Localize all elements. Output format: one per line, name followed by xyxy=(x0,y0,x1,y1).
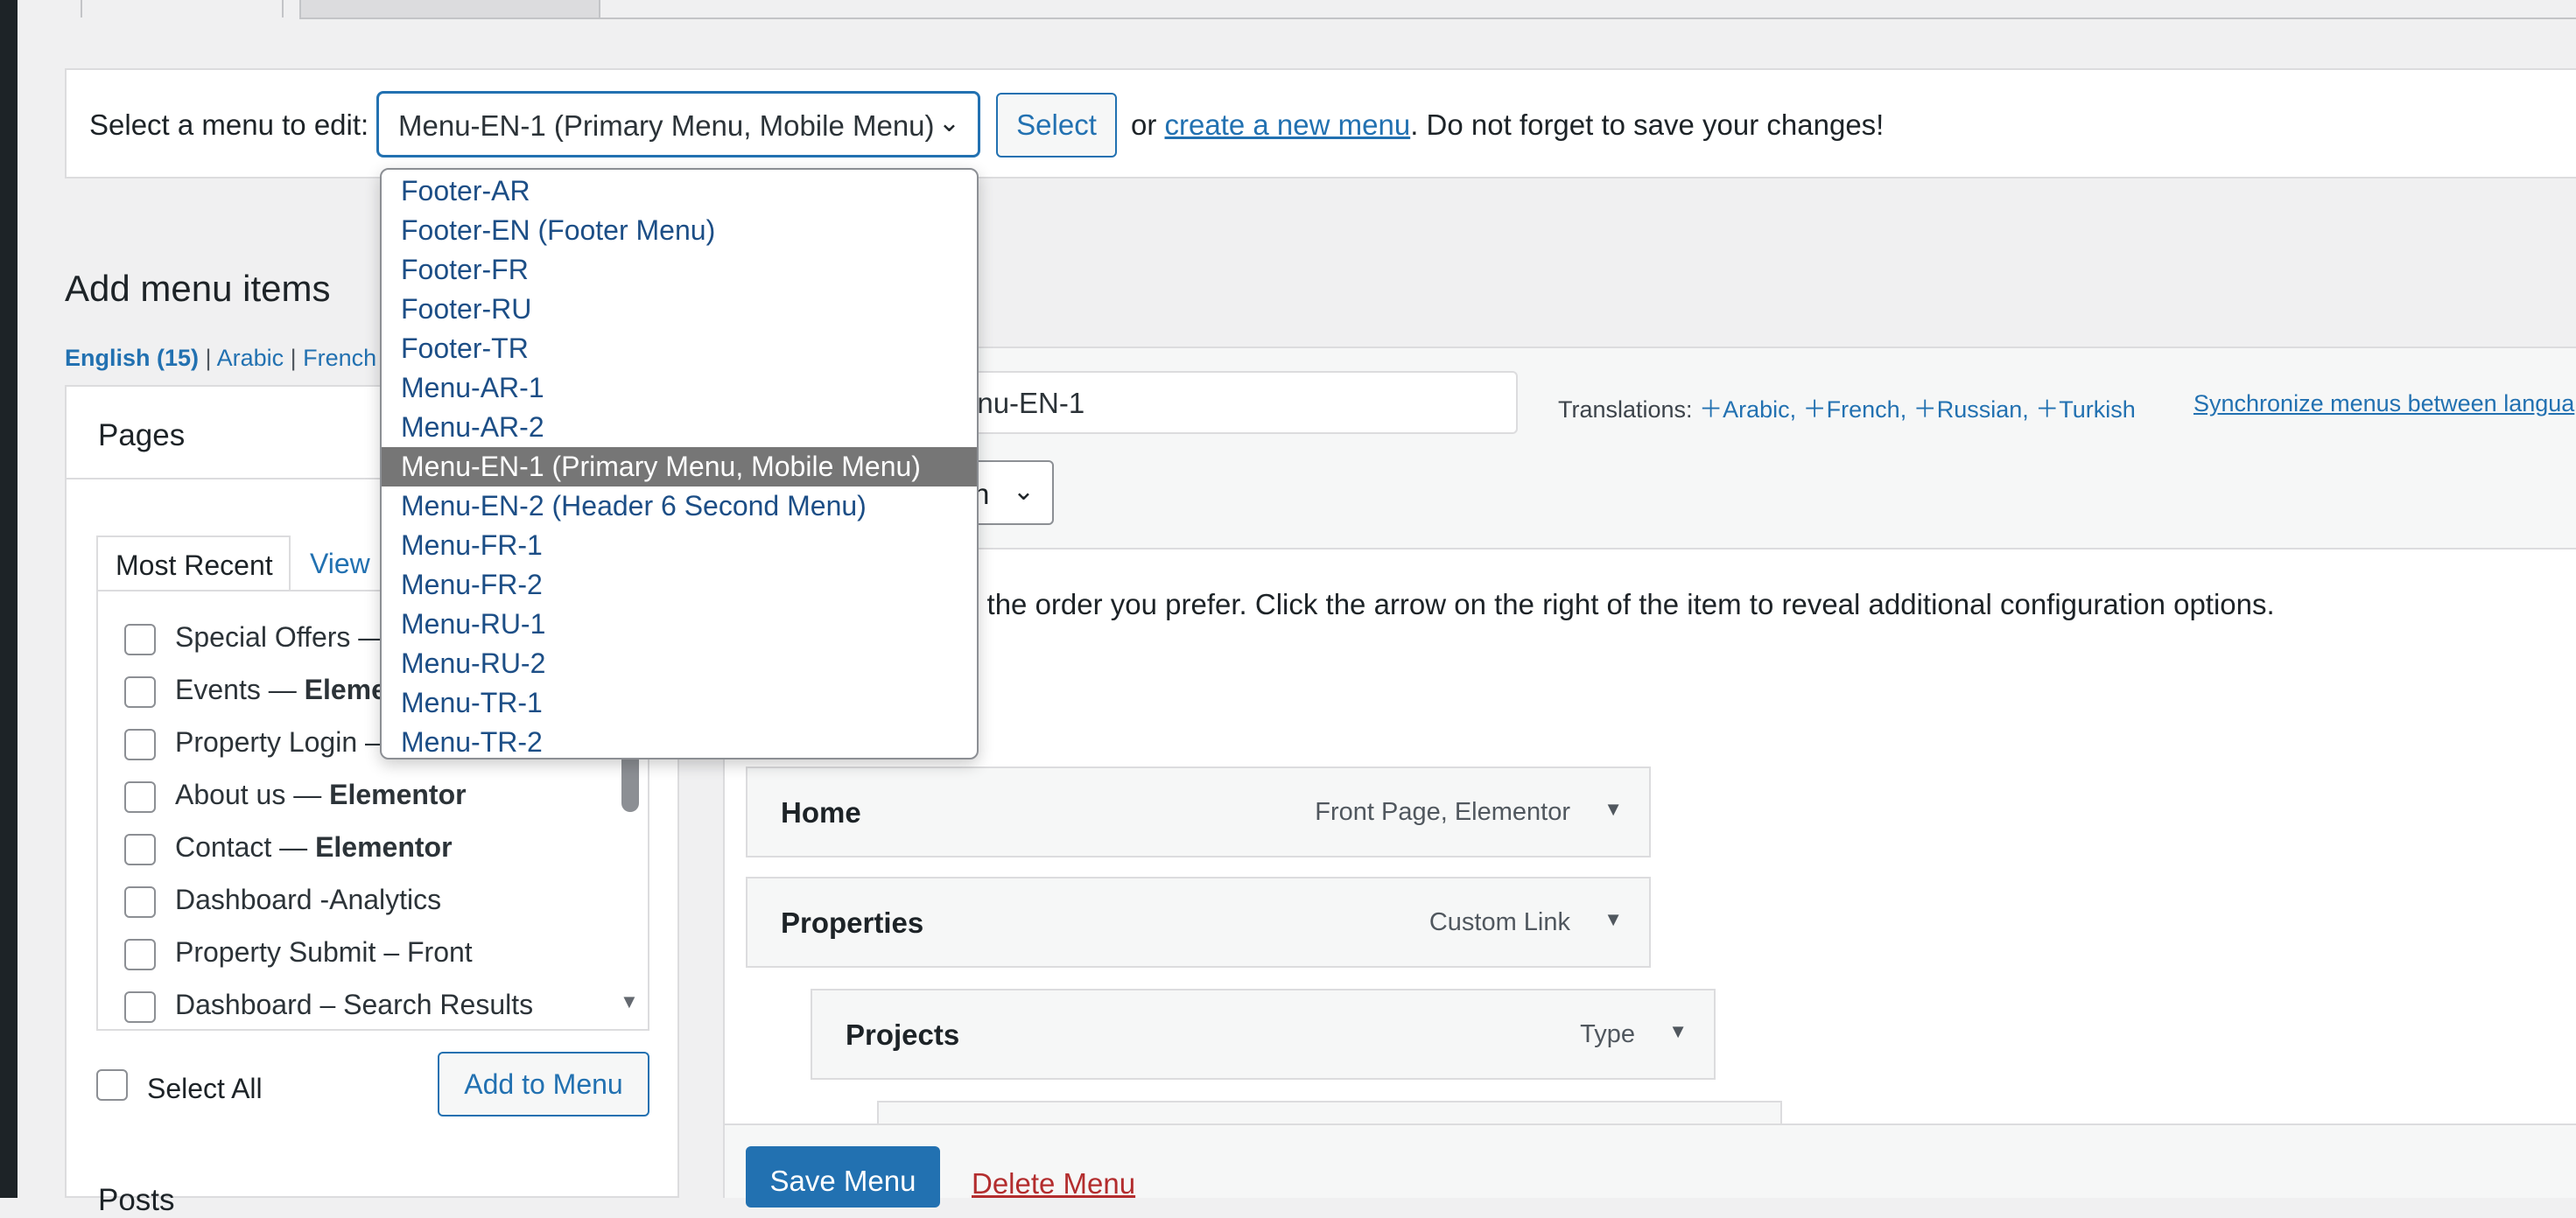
menu-structure-instructions: o the order you prefer. Click the arrow … xyxy=(963,588,2275,620)
save-menu-button[interactable]: Save Menu xyxy=(746,1146,940,1208)
list-item[interactable]: Dashboard -Analytics xyxy=(124,884,441,919)
select-all-label: Select All xyxy=(147,1073,263,1104)
lang-sep: | xyxy=(205,345,212,371)
dropdown-option[interactable]: Menu-FR-1 xyxy=(382,526,977,565)
list-item[interactable]: Contact — Elementor xyxy=(124,831,453,866)
dropdown-option[interactable]: Menu-AR-1 xyxy=(382,368,977,408)
page-checkbox[interactable] xyxy=(124,938,156,970)
pages-panel-title: Pages xyxy=(98,418,186,452)
add-translation-french[interactable]: ＋French, xyxy=(1803,396,1907,423)
list-item[interactable]: About us — Elementor xyxy=(124,779,467,814)
dropdown-option-selected[interactable]: Menu-EN-1 (Primary Menu, Mobile Menu) xyxy=(382,447,977,486)
dropdown-option[interactable]: Footer-RU xyxy=(382,290,977,329)
page-checkbox[interactable] xyxy=(124,990,156,1023)
menu-item-home[interactable]: Home Front Page, Elementor ▼ xyxy=(746,766,1651,858)
expand-arrow-icon[interactable]: ▼ xyxy=(1604,908,1623,931)
create-new-menu-link[interactable]: create a new menu xyxy=(1165,108,1411,141)
add-translation-russian[interactable]: ＋Russian, xyxy=(1913,396,2029,423)
synchronize-menus-link[interactable]: Synchronize menus between langua xyxy=(2193,390,2574,417)
menu-item-projects[interactable]: Projects Type ▼ xyxy=(811,989,1716,1080)
translations-row: Translations: ＋Arabic, ＋French, ＋Russian… xyxy=(1558,390,2136,424)
admin-sidebar-edge xyxy=(0,0,18,1198)
dropdown-option[interactable]: Menu-RU-1 xyxy=(382,605,977,644)
translations-label: Translations: xyxy=(1558,396,1693,423)
dropdown-option[interactable]: Menu-AR-2 xyxy=(382,408,977,447)
menu-item-title: Projects xyxy=(846,1018,960,1051)
menu-item-type: Front Page, Elementor xyxy=(1315,798,1570,826)
tab-manage-locations[interactable] xyxy=(299,0,600,19)
chevron-down-icon: ⌄ xyxy=(937,108,960,137)
menu-select-dropdown: Footer-AR Footer-EN (Footer Menu) Footer… xyxy=(380,168,979,760)
menu-item-title: Properties xyxy=(781,906,924,939)
dropdown-option[interactable]: Footer-TR xyxy=(382,329,977,368)
expand-arrow-icon[interactable]: ▼ xyxy=(1604,798,1623,821)
or-text: or xyxy=(1131,108,1157,141)
page-checkbox[interactable] xyxy=(124,728,156,760)
menu-item-title: Home xyxy=(781,796,861,829)
dropdown-option[interactable]: Menu-TR-1 xyxy=(382,683,977,723)
page-checkbox[interactable] xyxy=(124,886,156,918)
chevron-down-icon: ⌄ xyxy=(1012,477,1035,506)
dropdown-option[interactable]: Menu-RU-2 xyxy=(382,644,977,683)
lang-arabic[interactable]: Arabic xyxy=(217,345,284,371)
select-all-checkbox[interactable] xyxy=(96,1069,128,1101)
page-checkbox[interactable] xyxy=(124,676,156,708)
add-translation-arabic[interactable]: ＋Arabic, xyxy=(1699,396,1796,423)
menu-select-value: Menu-EN-1 (Primary Menu, Mobile Menu) xyxy=(398,109,935,142)
select-menu-label: Select a menu to edit: xyxy=(89,108,369,141)
save-reminder-text: . Do not forget to save your changes! xyxy=(1410,108,1885,141)
tab-view-all[interactable]: View xyxy=(310,548,370,580)
menu-item-type: Type xyxy=(1580,1020,1635,1048)
expand-arrow-icon[interactable]: ▼ xyxy=(1668,1020,1688,1043)
list-item[interactable]: Dashboard – Search Results xyxy=(124,989,533,1024)
menu-item-properties[interactable]: Properties Custom Link ▼ xyxy=(746,877,1651,968)
list-item[interactable]: Property Submit – Front xyxy=(124,936,473,971)
scroll-down-arrow-icon[interactable]: ▼ xyxy=(620,990,639,1013)
dropdown-option[interactable]: Menu-EN-2 (Header 6 Second Menu) xyxy=(382,486,977,526)
lang-sep: | xyxy=(290,345,297,371)
select-button[interactable]: Select xyxy=(996,93,1117,158)
add-to-menu-button[interactable]: Add to Menu xyxy=(438,1052,649,1116)
menu-select[interactable]: Menu-EN-1 (Primary Menu, Mobile Menu) ⌄ xyxy=(376,91,980,158)
add-translation-turkish[interactable]: ＋Turkish xyxy=(2035,396,2136,423)
dropdown-option[interactable]: Menu-TR-2 xyxy=(382,723,977,758)
posts-panel-title[interactable]: Posts xyxy=(98,1183,175,1218)
page-checkbox[interactable] xyxy=(124,780,156,813)
language-filter: English (15) | Arabic | French xyxy=(65,345,376,372)
delete-menu-link[interactable]: Delete Menu xyxy=(972,1167,1135,1200)
dropdown-option[interactable]: Footer-FR xyxy=(382,250,977,290)
list-item[interactable]: Special Offers — xyxy=(124,621,386,656)
tab-most-recent[interactable]: Most Recent xyxy=(96,536,291,592)
lang-english[interactable]: English (15) xyxy=(65,345,199,371)
lang-french[interactable]: French xyxy=(303,345,376,371)
list-item[interactable]: Events — Elemen xyxy=(124,674,404,709)
tab-edit-menus[interactable] xyxy=(81,0,284,18)
add-menu-items-title: Add menu items xyxy=(65,268,331,309)
dropdown-option[interactable]: Footer-AR xyxy=(382,172,977,211)
dropdown-option[interactable]: Footer-EN (Footer Menu) xyxy=(382,211,977,250)
page-checkbox[interactable] xyxy=(124,833,156,865)
dropdown-option[interactable]: Menu-FR-2 xyxy=(382,565,977,605)
page-checkbox[interactable] xyxy=(124,623,156,655)
create-menu-text: or create a new menu. Do not forget to s… xyxy=(1131,108,1884,142)
menu-item-type: Custom Link xyxy=(1428,908,1570,936)
tabs-divider xyxy=(597,18,2576,19)
